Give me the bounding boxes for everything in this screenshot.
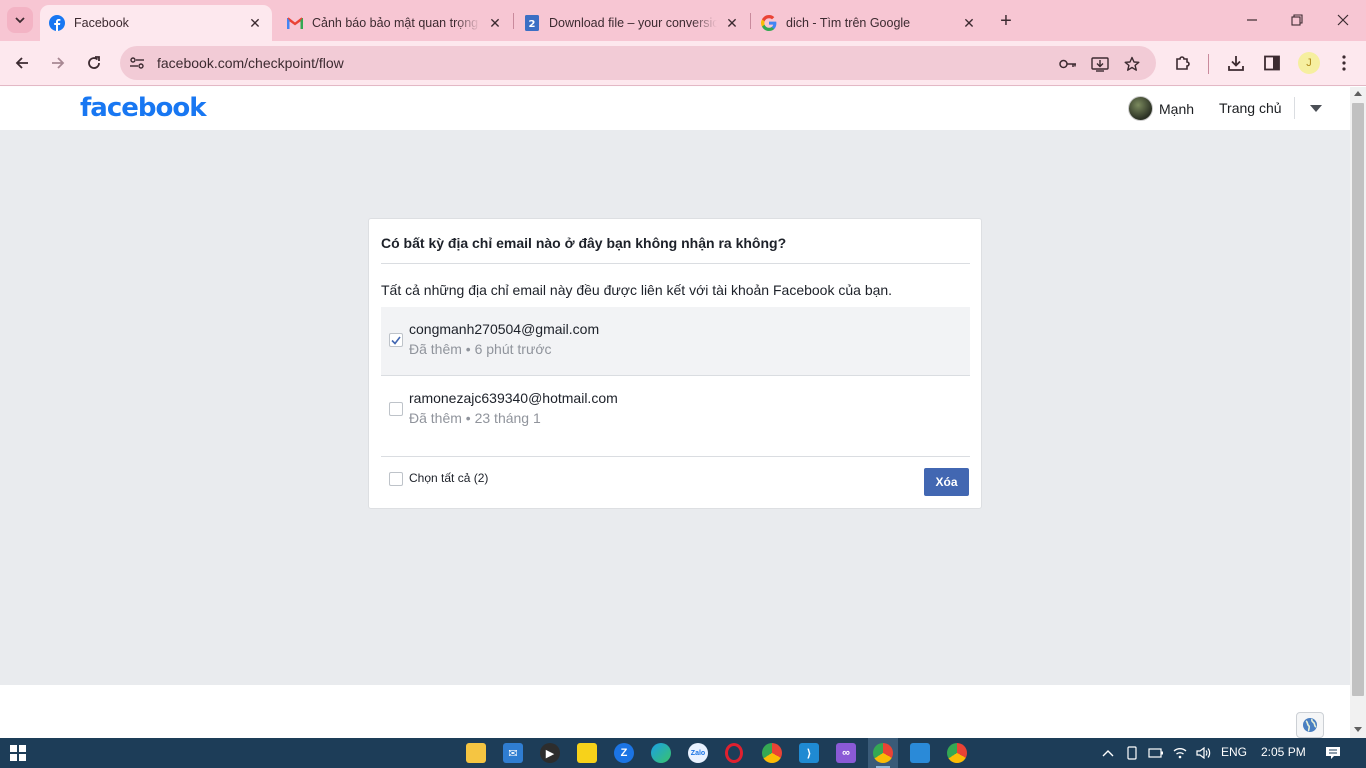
tab-search-button[interactable] (7, 7, 33, 33)
email-review-card: Có bất kỳ địa chỉ email nào ở đây bạn kh… (368, 218, 982, 509)
divider (381, 456, 970, 457)
forward-arrow-icon[interactable] (46, 51, 70, 75)
sticky-notes-icon[interactable] (577, 743, 597, 763)
tab-separator (750, 13, 751, 29)
site-settings-icon[interactable] (128, 54, 146, 72)
back-arrow-icon[interactable] (10, 51, 34, 75)
close-icon[interactable]: ✕ (246, 14, 264, 32)
email-added-time: Đã thêm • 6 phút trước (409, 341, 552, 357)
avatar (1128, 96, 1153, 121)
email-row[interactable]: congmanh270504@gmail.com Đã thêm • 6 phú… (381, 307, 970, 375)
facebook-icon (49, 15, 65, 31)
google-icon (761, 15, 777, 31)
tab-download-file[interactable]: 2 Download file – your conversion ✕ (515, 5, 749, 41)
media-player-icon[interactable]: ▶ (540, 743, 560, 763)
scroll-up-arrow-icon[interactable] (1354, 91, 1362, 96)
page-scrollbar[interactable] (1350, 87, 1366, 738)
photos-icon[interactable] (910, 743, 930, 763)
zalo-icon[interactable]: Zalo (688, 743, 708, 763)
delete-button[interactable]: Xóa (924, 468, 969, 496)
vscode-icon[interactable]: ⟩ (799, 743, 819, 763)
tab-google-search[interactable]: dich - Tìm trên Google ✕ (752, 5, 986, 41)
facebook-logo[interactable]: facebook (80, 93, 207, 123)
tab-title: Facebook (74, 16, 129, 30)
tab-separator (513, 13, 514, 29)
email-checkbox[interactable] (389, 402, 403, 416)
fb-user-profile-link[interactable]: Mạnh (1128, 96, 1194, 121)
more-menu-icon[interactable] (1333, 52, 1355, 74)
divider (381, 263, 970, 264)
fb-header: facebook Mạnh Trang chủ (0, 87, 1350, 130)
clock[interactable]: 2:05 PM (1261, 745, 1306, 759)
card-title: Có bất kỳ địa chỉ email nào ở đây bạn kh… (381, 235, 787, 251)
select-all-checkbox[interactable] (389, 472, 403, 486)
tab-title: dich - Tìm trên Google (786, 16, 911, 30)
toolbar-divider (1208, 54, 1209, 74)
volume-icon[interactable] (1196, 745, 1212, 761)
windows-start-icon[interactable] (10, 745, 26, 761)
gmail-icon (287, 15, 303, 31)
tab-title: Download file – your conversion (549, 16, 717, 30)
tab-gmail[interactable]: Cảnh báo bảo mật quan trọng ✕ (278, 5, 512, 41)
window-close-icon[interactable] (1331, 8, 1355, 32)
side-panel-icon[interactable] (1261, 52, 1283, 74)
tab-title: Cảnh báo bảo mật quan trọng (312, 16, 479, 30)
convert-site-icon: 2 (524, 15, 540, 31)
device-icon[interactable] (1124, 745, 1140, 761)
chrome-active-icon[interactable] (873, 743, 893, 763)
card-description: Tất cả những địa chỉ email này đều được … (381, 282, 893, 298)
edge-icon[interactable] (651, 743, 671, 763)
file-explorer-icon[interactable] (466, 743, 486, 763)
email-address: ramonezajc639340@hotmail.com (409, 390, 618, 406)
fb-footer (0, 685, 1350, 738)
language-indicator[interactable]: ENG (1221, 745, 1247, 759)
chevron-down-icon (15, 17, 25, 24)
new-tab-button[interactable]: + (994, 9, 1018, 33)
url-text[interactable]: facebook.com/checkpoint/flow (157, 55, 344, 71)
profile-initial: J (1306, 57, 1312, 69)
svg-text:2: 2 (529, 19, 536, 30)
email-added-time: Đã thêm • 23 tháng 1 (409, 410, 541, 426)
battery-icon[interactable] (1148, 745, 1164, 761)
language-globe-icon[interactable] (1296, 712, 1324, 738)
zalo-z-icon[interactable]: Z (614, 743, 634, 763)
close-icon[interactable]: ✕ (723, 14, 741, 32)
close-icon[interactable]: ✕ (960, 14, 978, 32)
browser-toolbar: facebook.com/checkpoint/flow J (0, 41, 1366, 86)
caret-down-icon[interactable] (1306, 99, 1326, 119)
mail-icon[interactable]: ✉ (503, 743, 523, 763)
download-icon[interactable] (1225, 52, 1247, 74)
chrome-icon[interactable] (762, 743, 782, 763)
chrome-2-icon[interactable] (947, 743, 967, 763)
scroll-down-arrow-icon[interactable] (1354, 727, 1362, 732)
extensions-puzzle-icon[interactable] (1172, 52, 1194, 74)
checkmark-icon (391, 336, 401, 345)
windows-taskbar: ✉ ▶ Z Zalo ⟩ ∞ ENG 2:05 PM (0, 738, 1366, 768)
install-app-icon[interactable] (1090, 54, 1110, 74)
notification-icon[interactable] (1325, 745, 1341, 761)
header-divider (1294, 97, 1295, 119)
minimize-icon[interactable] (1240, 8, 1264, 32)
user-name: Mạnh (1159, 100, 1195, 117)
profile-avatar[interactable]: J (1298, 52, 1320, 74)
visual-studio-icon[interactable]: ∞ (836, 743, 856, 763)
email-row[interactable]: ramonezajc639340@hotmail.com Đã thêm • 2… (381, 376, 970, 444)
address-bar[interactable]: facebook.com/checkpoint/flow (120, 46, 1156, 80)
bookmark-star-icon[interactable] (1122, 54, 1142, 74)
restore-icon[interactable] (1285, 8, 1309, 32)
tab-facebook[interactable]: Facebook ✕ (40, 5, 272, 41)
close-icon[interactable]: ✕ (486, 14, 504, 32)
email-checkbox[interactable] (389, 333, 403, 347)
home-link[interactable]: Trang chủ (1219, 100, 1282, 116)
reload-icon[interactable] (82, 51, 106, 75)
email-address: congmanh270504@gmail.com (409, 321, 600, 337)
tray-expand-icon[interactable] (1100, 745, 1116, 761)
password-key-icon[interactable] (1058, 54, 1078, 74)
browser-tab-bar: Facebook ✕ Cảnh báo bảo mật quan trọng ✕… (0, 0, 1366, 41)
wifi-icon[interactable] (1172, 745, 1188, 761)
opera-icon[interactable] (725, 743, 743, 763)
select-all-label[interactable]: Chọn tất cả (2) (409, 471, 488, 485)
scrollbar-thumb[interactable] (1352, 103, 1364, 696)
